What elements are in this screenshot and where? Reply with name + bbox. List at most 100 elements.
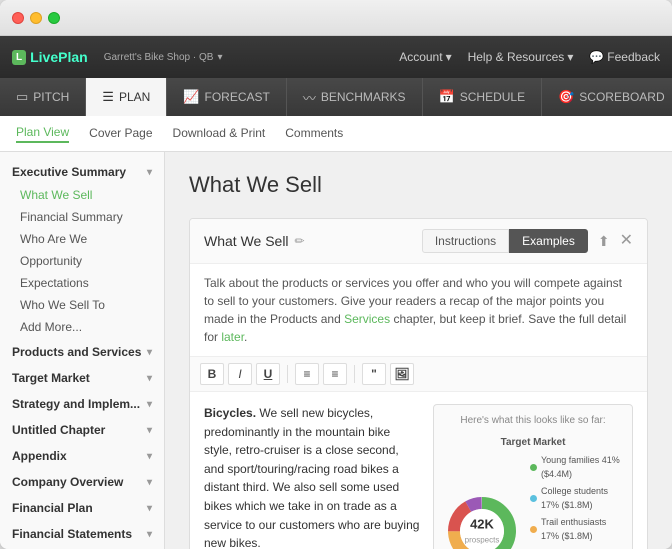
- forecast-icon: 📈: [183, 89, 199, 105]
- donut-chart: 42K prospects: [442, 491, 522, 549]
- legend-item-young-families: Young families 41% ($4.4M): [530, 454, 624, 482]
- subnav-cover-page[interactable]: Cover Page: [89, 126, 152, 142]
- company-selector[interactable]: Garrett's Bike Shop · QB ▾: [104, 52, 223, 63]
- company-name: Garrett's Bike Shop · QB: [104, 52, 214, 63]
- ordered-list-button[interactable]: ≡: [323, 363, 347, 385]
- sidebar-section-header-financial-statements[interactable]: Financial Statements ▾: [0, 522, 164, 546]
- sidebar-item-who-are-we[interactable]: Who Are We: [0, 228, 164, 250]
- paragraph-bicycles: Bicycles. We sell new bicycles, predomin…: [204, 404, 421, 549]
- chevron-down-icon: ▾: [446, 50, 452, 64]
- tab-instructions[interactable]: Instructions: [422, 229, 509, 253]
- minimize-button[interactable]: [30, 12, 42, 24]
- page-title: What We Sell: [189, 172, 648, 198]
- logo-box: L: [12, 50, 26, 65]
- benchmarks-icon: 〰: [303, 88, 316, 107]
- sidebar-section-strategy: Strategy and Implem... ▾: [0, 392, 164, 416]
- tab-examples[interactable]: Examples: [509, 229, 588, 253]
- donut-label: 42K prospects: [465, 515, 500, 548]
- chart-inner: 42K prospects Young families 41% ($4.4M): [442, 454, 624, 549]
- sidebar-section-financial-plan: Financial Plan ▾: [0, 496, 164, 520]
- legend-dot: [530, 495, 537, 502]
- sidebar-section-target-market: Target Market ▾: [0, 366, 164, 390]
- sidebar-section-financial-statements: Financial Statements ▾: [0, 522, 164, 546]
- chevron-icon: ▾: [147, 167, 152, 178]
- subnav-download-print[interactable]: Download & Print: [173, 126, 266, 142]
- sidebar-section-header-products[interactable]: Products and Services ▾: [0, 340, 164, 364]
- bold-button[interactable]: B: [200, 363, 224, 385]
- topnav: L LivePlan Garrett's Bike Shop · QB ▾ Ac…: [0, 36, 672, 78]
- editor-body[interactable]: Bicycles. We sell new bicycles, predomin…: [190, 392, 647, 549]
- unordered-list-button[interactable]: ≡: [295, 363, 319, 385]
- sidebar-section-header-exec-summary[interactable]: Executive Summary ▾: [0, 160, 164, 184]
- legend-dot: [530, 464, 537, 471]
- logo-text: LivePlan: [30, 49, 88, 65]
- card-instructions: Talk about the products or services you …: [190, 264, 647, 357]
- chevron-down-icon: ▾: [567, 50, 573, 64]
- chevron-icon: ▾: [147, 451, 152, 462]
- upload-icon[interactable]: ⬆: [598, 233, 610, 250]
- maximize-button[interactable]: [48, 12, 60, 24]
- sidebar-item-add-more[interactable]: Add More...: [0, 316, 164, 338]
- close-button[interactable]: [12, 12, 24, 24]
- editor-text: Bicycles. We sell new bicycles, predomin…: [204, 404, 421, 549]
- italic-button[interactable]: I: [228, 363, 252, 385]
- sidebar-item-opportunity[interactable]: Opportunity: [0, 250, 164, 272]
- later-link[interactable]: later: [221, 330, 244, 344]
- nav-forecast[interactable]: 📈 FORECAST: [167, 78, 287, 116]
- toolbar-separator: [287, 365, 288, 383]
- main-content: What We Sell What We Sell ✏ Instructions…: [165, 152, 672, 549]
- services-link[interactable]: Services: [344, 312, 390, 326]
- nav-benchmarks[interactable]: 〰 BENCHMARKS: [287, 78, 423, 116]
- card-header-actions: Instructions Examples ⬆ ✕: [422, 229, 633, 253]
- legend-item-trail-enthusiasts: Trail enthusiasts 17% ($1.8M): [530, 516, 624, 544]
- chart-box: Here's what this looks like so far: Targ…: [433, 404, 633, 549]
- sidebar-section-exec-summary: Executive Summary ▾ What We Sell Financi…: [0, 160, 164, 338]
- subnav-plan-view[interactable]: Plan View: [16, 125, 69, 143]
- chart-legend: Young families 41% ($4.4M) College stude…: [530, 454, 624, 549]
- sidebar-section-header-strategy[interactable]: Strategy and Implem... ▾: [0, 392, 164, 416]
- subnav: Plan View Cover Page Download & Print Co…: [0, 116, 672, 152]
- chevron-icon: ▾: [147, 373, 152, 384]
- chart-side: Here's what this looks like so far: Targ…: [433, 404, 633, 549]
- schedule-icon: 📅: [439, 89, 455, 105]
- sidebar-section-header-untitled-chapter[interactable]: Untitled Chapter ▾: [0, 418, 164, 442]
- sidebar-section-header-financial-plan[interactable]: Financial Plan ▾: [0, 496, 164, 520]
- chevron-down-icon: ▾: [217, 52, 222, 63]
- topnav-right: Account ▾ Help & Resources ▾ 💬 Feedback: [399, 50, 660, 64]
- chart-box-title: Here's what this looks like so far:: [442, 413, 624, 429]
- plan-icon: ☰: [102, 89, 114, 105]
- feedback-link[interactable]: 💬 Feedback: [589, 50, 660, 64]
- blockquote-button[interactable]: ": [362, 363, 386, 385]
- image-button[interactable]: 🖼: [390, 363, 414, 385]
- edit-icon[interactable]: ✏: [295, 234, 305, 248]
- sidebar: Executive Summary ▾ What We Sell Financi…: [0, 152, 165, 549]
- nav-plan[interactable]: ☰ PLAN: [86, 78, 167, 116]
- card-tabs: Instructions Examples: [422, 229, 588, 253]
- close-icon[interactable]: ✕: [620, 233, 633, 249]
- account-link[interactable]: Account ▾: [399, 50, 451, 64]
- subnav-comments[interactable]: Comments: [285, 126, 343, 142]
- sidebar-item-who-we-sell-to[interactable]: Who We Sell To: [0, 294, 164, 316]
- mainnav: ▭ PITCH ☰ PLAN 📈 FORECAST 〰 BENCHMARKS 📅…: [0, 78, 672, 116]
- logo: L LivePlan: [12, 49, 88, 65]
- sidebar-section-company-overview: Company Overview ▾: [0, 470, 164, 494]
- app-window: L LivePlan Garrett's Bike Shop · QB ▾ Ac…: [0, 0, 672, 549]
- underline-button[interactable]: U: [256, 363, 280, 385]
- sidebar-section-header-company-overview[interactable]: Company Overview ▾: [0, 470, 164, 494]
- sidebar-section-products: Products and Services ▾: [0, 340, 164, 364]
- sidebar-item-financial-summary[interactable]: Financial Summary: [0, 206, 164, 228]
- chevron-icon: ▾: [147, 503, 152, 514]
- card-header: What We Sell ✏ Instructions Examples ⬆ ✕: [190, 219, 647, 264]
- nav-pitch[interactable]: ▭ PITCH: [0, 78, 86, 116]
- sidebar-section-header-target-market[interactable]: Target Market ▾: [0, 366, 164, 390]
- content-card: What We Sell ✏ Instructions Examples ⬆ ✕: [189, 218, 648, 549]
- sidebar-section-header-appendix[interactable]: Appendix ▾: [0, 444, 164, 468]
- sidebar-item-what-we-sell[interactable]: What We Sell: [0, 184, 164, 206]
- help-link[interactable]: Help & Resources ▾: [468, 50, 574, 64]
- nav-scoreboard[interactable]: 🎯 SCOREBOARD: [542, 78, 672, 116]
- card-title: What We Sell ✏: [204, 233, 305, 249]
- chevron-icon: ▾: [147, 477, 152, 488]
- nav-schedule[interactable]: 📅 SCHEDULE: [423, 78, 543, 116]
- sidebar-item-expectations[interactable]: Expectations: [0, 272, 164, 294]
- titlebar: [0, 0, 672, 36]
